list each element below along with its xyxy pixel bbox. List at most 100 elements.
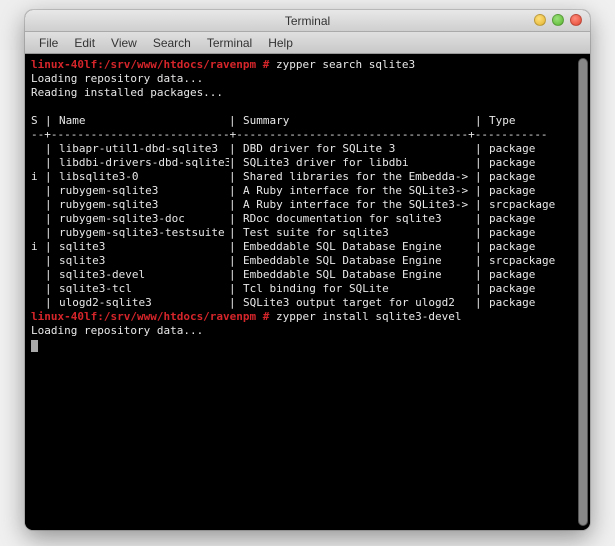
cell-status	[31, 212, 45, 226]
prompt-host: linux-40lf:/srv/www/htdocs/ravenpm #	[31, 310, 269, 323]
pipe: |	[229, 240, 243, 254]
pipe: |	[45, 198, 59, 212]
table-row: i| sqlite3| Embeddable SQL Database Engi…	[31, 240, 584, 254]
minimize-button[interactable]	[534, 14, 546, 26]
col-type: Type	[489, 114, 584, 128]
window-titlebar: Terminal	[25, 10, 590, 32]
cell-type: package	[489, 296, 584, 310]
prompt-line-1: linux-40lf:/srv/www/htdocs/ravenpm # zyp…	[31, 58, 584, 72]
table-divider: --+---------------------------+---------…	[31, 128, 584, 142]
table-body: | libapr-util1-dbd-sqlite3| DBD driver f…	[31, 142, 584, 310]
pipe: |	[475, 198, 489, 212]
cell-status	[31, 268, 45, 282]
prompt-host: linux-40lf:/srv/www/htdocs/ravenpm #	[31, 58, 269, 71]
table-header: S| Name| Summary| Type	[31, 114, 584, 128]
pipe: |	[229, 296, 243, 310]
terminal-window: Terminal File Edit View Search Terminal …	[25, 10, 590, 530]
pipe: |	[475, 184, 489, 198]
cell-summary: Tcl binding for SQLite	[243, 282, 475, 296]
window-controls	[534, 14, 582, 26]
menu-terminal[interactable]: Terminal	[199, 33, 260, 53]
pipe: |	[475, 282, 489, 296]
pipe: |	[229, 268, 243, 282]
cell-name: libdbi-drivers-dbd-sqlite3	[59, 156, 229, 170]
pipe: |	[229, 170, 243, 184]
cell-status	[31, 226, 45, 240]
cell-type: package	[489, 212, 584, 226]
menu-file[interactable]: File	[31, 33, 66, 53]
cell-name: sqlite3	[59, 254, 229, 268]
cell-status	[31, 142, 45, 156]
table-row: | libdbi-drivers-dbd-sqlite3| SQLite3 dr…	[31, 156, 584, 170]
cell-type: package	[489, 170, 584, 184]
cursor-line	[31, 338, 584, 352]
table-row: | sqlite3-devel| Embeddable SQL Database…	[31, 268, 584, 282]
pipe: |	[229, 226, 243, 240]
pipe: |	[45, 282, 59, 296]
table-row: | rubygem-sqlite3| A Ruby interface for …	[31, 198, 584, 212]
col-summary: Summary	[243, 114, 475, 128]
cell-summary: Shared libraries for the Embedda->	[243, 170, 475, 184]
cell-summary: Embeddable SQL Database Engine	[243, 254, 475, 268]
cell-name: ulogd2-sqlite3	[59, 296, 229, 310]
pipe: |	[45, 156, 59, 170]
output-line: Loading repository data...	[31, 72, 584, 86]
cell-type: srcpackage	[489, 198, 584, 212]
pipe: |	[475, 240, 489, 254]
cell-status	[31, 198, 45, 212]
cell-type: package	[489, 226, 584, 240]
col-name: Name	[59, 114, 229, 128]
menu-edit[interactable]: Edit	[66, 33, 103, 53]
blank-line	[31, 100, 584, 114]
cell-name: sqlite3-tcl	[59, 282, 229, 296]
pipe: |	[475, 212, 489, 226]
cell-summary: SQLite3 output target for ulogd2	[243, 296, 475, 310]
cell-status	[31, 296, 45, 310]
cell-name: sqlite3-devel	[59, 268, 229, 282]
pipe: |	[45, 254, 59, 268]
cell-summary: Embeddable SQL Database Engine	[243, 268, 475, 282]
col-status: S	[31, 114, 45, 128]
cell-name: libsqlite3-0	[59, 170, 229, 184]
pipe: |	[229, 142, 243, 156]
pipe: |	[229, 156, 243, 170]
pipe: |	[229, 184, 243, 198]
cell-name: rubygem-sqlite3	[59, 184, 229, 198]
pipe: |	[229, 212, 243, 226]
pipe: |	[45, 226, 59, 240]
cell-summary: Embeddable SQL Database Engine	[243, 240, 475, 254]
table-row: i| libsqlite3-0| Shared libraries for th…	[31, 170, 584, 184]
terminal-body[interactable]: linux-40lf:/srv/www/htdocs/ravenpm # zyp…	[25, 54, 590, 530]
cell-type: srcpackage	[489, 254, 584, 268]
cursor	[31, 340, 38, 352]
pipe: |	[45, 296, 59, 310]
cell-type: package	[489, 156, 584, 170]
table-row: | sqlite3| Embeddable SQL Database Engin…	[31, 254, 584, 268]
menu-view[interactable]: View	[103, 33, 145, 53]
cell-name: rubygem-sqlite3-testsuite	[59, 226, 229, 240]
window-title: Terminal	[285, 14, 330, 28]
table-row: | rubygem-sqlite3-doc| RDoc documentatio…	[31, 212, 584, 226]
table-row: | sqlite3-tcl| Tcl binding for SQLite| p…	[31, 282, 584, 296]
cell-summary: DBD driver for SQLite 3	[243, 142, 475, 156]
cell-type: package	[489, 184, 584, 198]
command-text: zypper install sqlite3-devel	[276, 310, 461, 323]
close-button[interactable]	[570, 14, 582, 26]
cell-summary: SQLite3 driver for libdbi	[243, 156, 475, 170]
menu-search[interactable]: Search	[145, 33, 199, 53]
pipe: |	[229, 254, 243, 268]
cell-status: i	[31, 240, 45, 254]
cell-type: package	[489, 268, 584, 282]
scrollbar-thumb[interactable]	[578, 58, 588, 526]
menu-help[interactable]: Help	[260, 33, 301, 53]
cell-type: package	[489, 142, 584, 156]
cell-name: rubygem-sqlite3-doc	[59, 212, 229, 226]
pipe: |	[475, 226, 489, 240]
scrollbar[interactable]	[578, 58, 588, 526]
table-row: | ulogd2-sqlite3| SQLite3 output target …	[31, 296, 584, 310]
pipe: |	[45, 268, 59, 282]
pipe: |	[45, 240, 59, 254]
pipe: |	[475, 268, 489, 282]
table-row: | rubygem-sqlite3| A Ruby interface for …	[31, 184, 584, 198]
maximize-button[interactable]	[552, 14, 564, 26]
